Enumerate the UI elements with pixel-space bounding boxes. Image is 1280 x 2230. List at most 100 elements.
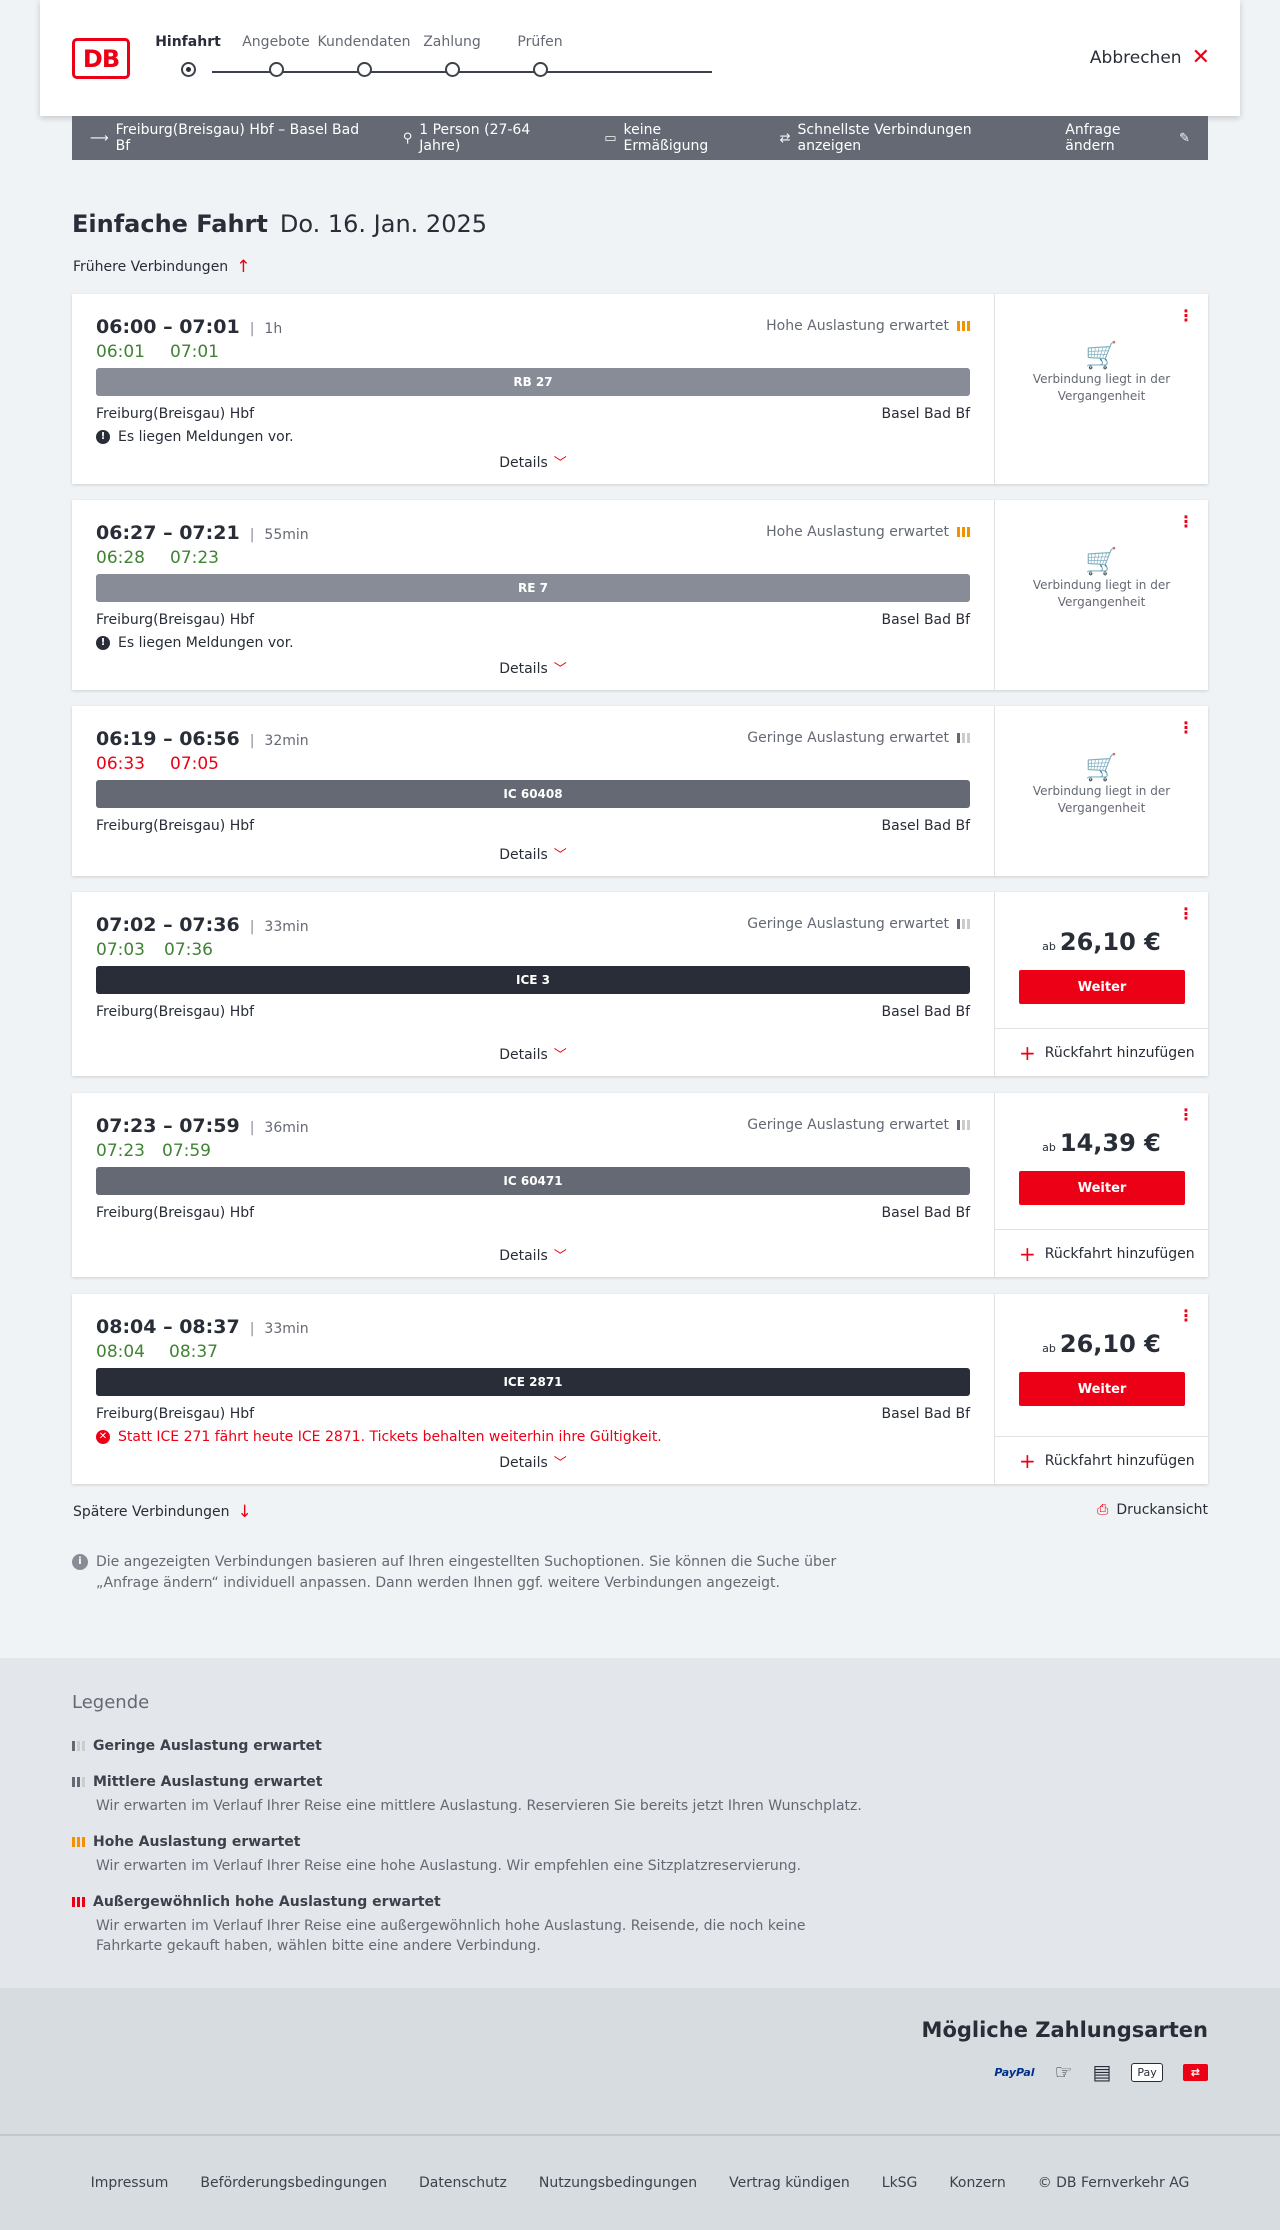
more-options-icon[interactable]: ⋮ [1178,720,1194,736]
earlier-connections-link[interactable]: Frühere Verbindungen ↑ [73,257,250,277]
trip-type: Einfache Fahrt [72,210,268,238]
cancel-button[interactable]: Abbrechen ✕ [1090,47,1210,69]
add-return-button[interactable]: + Rückfahrt hinzufügen [995,1229,1208,1277]
occupancy-low-icon [957,1120,970,1130]
exclamation-icon: ! [96,430,110,444]
duration: 36min [264,1120,309,1136]
footer-link-datenschutz[interactable]: Datenschutz [419,2175,507,2191]
more-options-icon[interactable]: ⋮ [1178,514,1194,530]
add-return-label: Rückfahrt hinzufügen [1044,1044,1195,1061]
trip-date: Do. 16. Jan. 2025 [279,210,488,238]
footer-link-befoerderungsbedingungen[interactable]: Beförderungsbedingungen [200,2175,387,2191]
details-toggle[interactable]: Details ﹀ [72,844,994,863]
price-prefix: ab [1042,1141,1056,1154]
details-label: Details [499,1047,548,1063]
price: ab 26,10 € [995,928,1208,956]
details-label: Details [499,455,548,471]
notice: ! Es liegen Meldungen vor. [96,429,294,445]
apple-pay-label: Pay [1137,2065,1157,2079]
connection-times: 07:23 – 07:59 | 36min [96,1115,309,1137]
occupancy: Hohe Auslastung erwartet [766,524,970,540]
past-notice: 🛒 Verbindung liegt in der Vergangenheit [995,341,1208,405]
footer-link-lksg[interactable]: LkSG [882,2175,918,2191]
change-request-button[interactable]: Anfrage ändern ✎ [1065,122,1190,154]
step-label: Prüfen [517,34,563,50]
add-return-button[interactable]: + Rückfahrt hinzufügen [995,1028,1208,1076]
details-toggle[interactable]: Details ﹀ [72,1452,994,1471]
more-options-icon[interactable]: ⋮ [1178,308,1194,324]
sepa-icon: ▤ [1092,2060,1112,2084]
connection-card[interactable]: 06:19 – 06:56 | 32min 06:33 07:05 Geringe … [72,706,1208,876]
connection-card[interactable]: 06:27 – 07:21 | 55min 06:28 07:23 Hohe Aus… [72,500,1208,690]
step-dot [533,62,548,77]
details-label: Details [499,661,548,677]
connection-card[interactable]: 06:00 – 07:01 | 1h 06:01 07:01 Hohe Auslas… [72,294,1208,484]
offer-panel: ⋮ ab 26,10 € Weiter + Rückfahrt hinzufügen [994,892,1208,1076]
separator: | [249,919,255,935]
add-return-label: Rückfahrt hinzufügen [1044,1452,1195,1469]
step-dot [445,62,460,77]
realtime-arrival: 07:36 [164,940,213,960]
chevron-down-icon: ﹀ [553,456,567,471]
separator: | [249,321,255,337]
filter-icon: ⇄ [779,130,791,146]
legend-item: Geringe Auslastung erwartet [72,1738,872,1754]
occupancy-medium-icon [72,1777,85,1787]
step-dot [269,62,284,77]
details-label: Details [499,847,548,863]
connection-card[interactable]: 07:02 – 07:36 | 33min 07:03 07:36 Geringe … [72,892,1208,1076]
apple-pay-icon: Pay [1131,2062,1163,2082]
footer-link-konzern[interactable]: Konzern [949,2175,1005,2191]
price-prefix: ab [1042,940,1056,953]
departure-station: Freiburg(Breisgau) Hbf [96,406,255,422]
connection-card[interactable]: 07:23 – 07:59 | 36min 07:23 07:59 Geringe … [72,1093,1208,1277]
more-options-icon[interactable]: ⋮ [1178,1107,1194,1123]
arrow-down-icon: ↓ [237,1502,252,1522]
past-label: Verbindung liegt in der Vergangenheit [1032,784,1171,815]
add-return-button[interactable]: + Rückfahrt hinzufügen [995,1436,1208,1484]
summary-persons-label: 1 Person (27-64 Jahre) [419,122,531,154]
duration: 1h [264,321,283,337]
price-prefix: ab [1042,1342,1056,1355]
error-icon: ✕ [96,1430,110,1444]
footer: Impressum Beförderungsbedingungen Datens… [0,2134,1280,2230]
legend-item: Mittlere Auslastung erwartet Wir erwarte… [72,1774,872,1816]
chevron-down-icon: ﹀ [553,1249,567,1264]
details-toggle[interactable]: Details ﹀ [72,1044,994,1063]
pencil-icon: ✎ [1179,130,1190,146]
disruption-text: Statt ICE 271 fährt heute ICE 2871. Tick… [118,1429,662,1445]
legend-item-text: Wir erwarten im Verlauf Ihrer Reise eine… [96,1858,801,1874]
departure-station: Freiburg(Breisgau) Hbf [96,1205,255,1221]
cart-disabled-icon: 🛒 [1085,341,1118,371]
price-value: 26,10 € [1059,1330,1161,1358]
details-toggle[interactable]: Details ﹀ [72,1245,994,1264]
details-toggle[interactable]: Details ﹀ [72,452,994,471]
step-pruefen: Prüfen [470,34,610,77]
continue-button[interactable]: Weiter [1019,1171,1185,1205]
connection-card[interactable]: 08:04 – 08:37 | 33min 08:04 08:37 ICE 2871… [72,1294,1208,1484]
footer-link-impressum[interactable]: Impressum [91,2175,169,2191]
separator: | [249,733,255,749]
continue-button[interactable]: Weiter [1019,1372,1185,1406]
footer-link-vertrag-kuendigen[interactable]: Vertrag kündigen [729,2175,850,2191]
continue-button[interactable]: Weiter [1019,970,1185,1004]
later-connections-link[interactable]: Spätere Verbindungen ↓ [73,1502,252,1522]
print-view-link[interactable]: ⎙ Druckansicht [1097,1502,1208,1518]
occupancy: Geringe Auslastung erwartet [747,730,970,746]
summary-route: ⟶ Freiburg(Breisgau) Hbf – Basel Bad Bf [90,122,369,154]
past-label: Verbindung liegt in der Vergangenheit [1032,578,1171,609]
chevron-down-icon: ﹀ [553,662,567,677]
more-options-icon[interactable]: ⋮ [1178,1308,1194,1324]
departure-station: Freiburg(Breisgau) Hbf [96,1406,255,1422]
connection-info: 06:00 – 07:01 | 1h 06:01 07:01 Hohe Auslas… [72,294,994,484]
planned-times: 08:04 – 08:37 [96,1316,240,1338]
printer-icon: ⎙ [1097,1502,1109,1518]
connection-info: 08:04 – 08:37 | 33min 08:04 08:37 ICE 2871… [72,1294,994,1484]
footer-link-nutzungsbedingungen[interactable]: Nutzungsbedingungen [539,2175,697,2191]
occupancy: Hohe Auslastung erwartet [766,318,970,334]
more-options-icon[interactable]: ⋮ [1178,906,1194,922]
details-toggle[interactable]: Details ﹀ [72,658,994,677]
summary-fastest: ⇄ Schnellste Verbindungen anzeigen [780,122,1032,154]
train-bar: ICE 2871 [96,1368,970,1396]
occupancy-label: Geringe Auslastung erwartet [747,730,949,746]
